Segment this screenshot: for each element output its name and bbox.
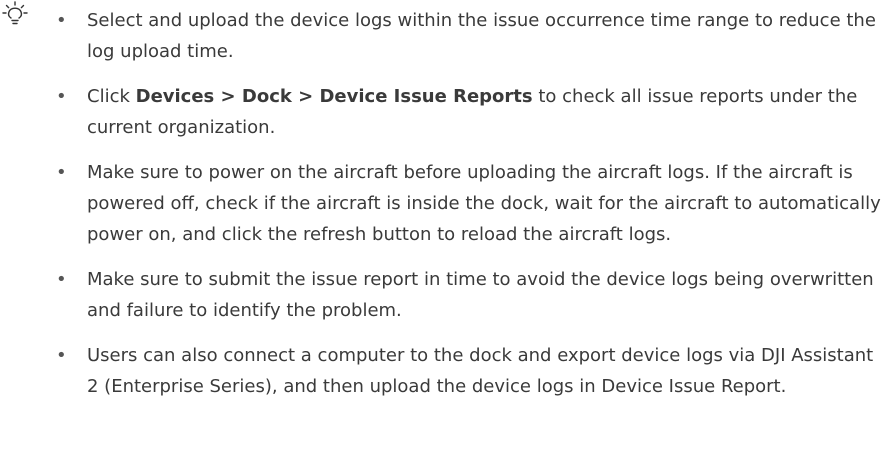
- menu-path-separator: >: [291, 86, 320, 107]
- menu-path-separator: >: [214, 86, 242, 107]
- bullet-icon: •: [56, 10, 67, 31]
- lightbulb-icon: [2, 1, 28, 25]
- bullet-icon: •: [56, 345, 67, 366]
- tip-text: Users can also connect a computer to the…: [87, 345, 874, 397]
- menu-path-devices: Devices: [135, 86, 215, 107]
- tip-text: Make sure to power on the aircraft befor…: [87, 162, 881, 245]
- tip-text-prefix: Click: [87, 86, 136, 107]
- tip-item-4: • Make sure to submit the issue report i…: [56, 264, 888, 326]
- menu-path-device-issue-reports: Device Issue Reports: [319, 86, 533, 107]
- menu-path-dock: Dock: [241, 86, 292, 107]
- tip-item-5: • Users can also connect a computer to t…: [56, 340, 888, 402]
- tip-list: • Select and upload the device logs with…: [56, 0, 888, 416]
- tip-item-3: • Make sure to power on the aircraft bef…: [56, 157, 888, 250]
- tip-text: Select and upload the device logs within…: [87, 10, 876, 62]
- bullet-icon: •: [56, 162, 67, 183]
- bullet-icon: •: [56, 86, 67, 107]
- tip-item-1: • Select and upload the device logs with…: [56, 5, 888, 67]
- tip-item-2: • Click Devices > Dock > Device Issue Re…: [56, 81, 888, 143]
- bullet-icon: •: [56, 269, 67, 290]
- tip-text: Make sure to submit the issue report in …: [87, 269, 874, 321]
